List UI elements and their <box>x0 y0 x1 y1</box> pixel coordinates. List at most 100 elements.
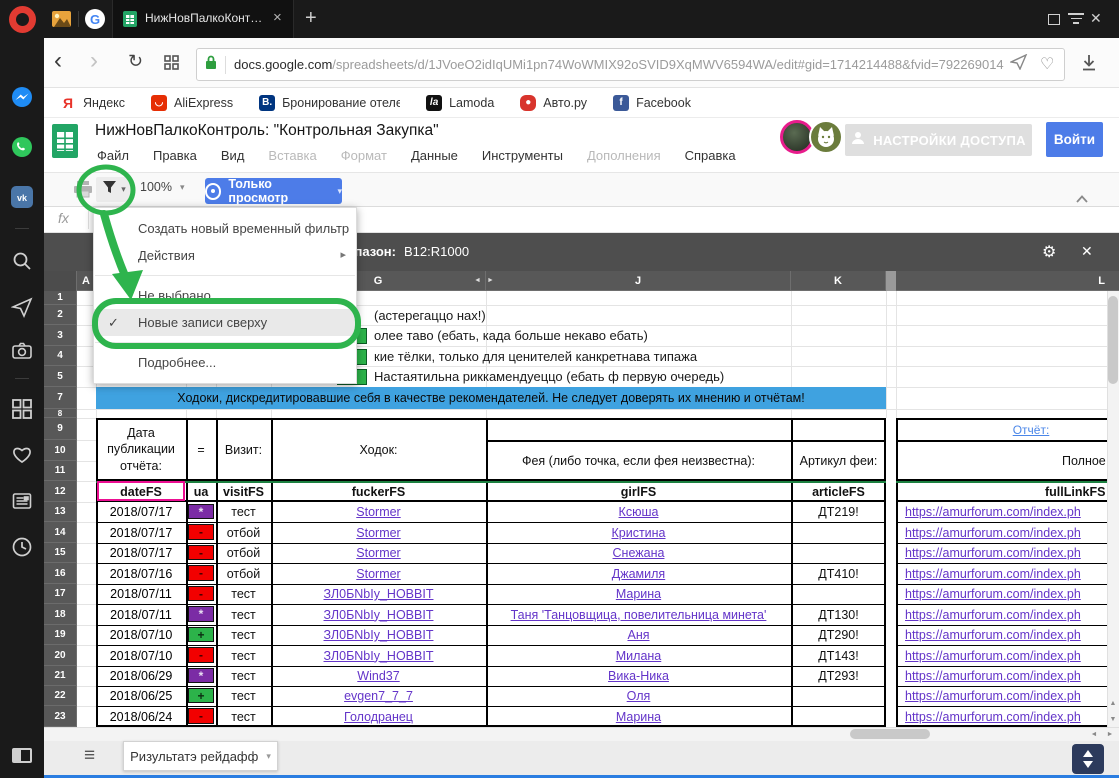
row-header-12[interactable]: 12 <box>44 481 77 502</box>
row-header-10[interactable]: 10 <box>44 440 77 461</box>
cell-visit[interactable]: отбой <box>216 543 271 563</box>
scroll-down-icon[interactable]: ▼ <box>1107 711 1119 727</box>
header-fucker[interactable]: Ходок: <box>271 420 486 479</box>
cell-report-link[interactable]: https://amurforum.com/index.ph <box>905 666 1119 686</box>
cell-visit[interactable]: отбой <box>216 522 271 543</box>
cell-girl-link[interactable]: Джамиля <box>486 563 791 584</box>
filter-menu-item[interactable]: ✓Новые записи сверху <box>94 309 356 336</box>
cell-mark[interactable]: - <box>188 524 214 540</box>
cell-visit[interactable]: тест <box>216 625 271 645</box>
row-header-4[interactable]: 4 <box>44 346 77 366</box>
cell-fucker-link[interactable]: evgen7_7_7 <box>271 686 486 706</box>
cell-date[interactable]: 2018/07/11 <box>96 604 186 625</box>
row-header-9[interactable]: 9 <box>44 418 77 440</box>
cell-date[interactable]: 2018/06/24 <box>96 706 186 727</box>
cell-visit[interactable]: тест <box>216 666 271 686</box>
cell-fucker-link[interactable]: Голодранец <box>271 706 486 727</box>
row-header-21[interactable]: 21 <box>44 666 77 686</box>
cell-fucker-link[interactable]: ЗЛ0БNbIy_HOBBIT <box>271 625 486 645</box>
cell-report-link[interactable]: https://amurforum.com/index.ph <box>905 584 1119 604</box>
cell-article[interactable]: ДТ293! <box>791 666 886 686</box>
hidden-col-right-icon[interactable]: ► <box>487 274 497 287</box>
row-header-14[interactable]: 14 <box>44 522 77 543</box>
legend-text-cell[interactable]: олее таво (ебать, када больше некаво еба… <box>374 325 934 346</box>
row-header-13[interactable]: 13 <box>44 502 77 522</box>
cell-fucker-link[interactable]: Wind37 <box>271 666 486 686</box>
cell-girl-link[interactable]: Снежана <box>486 543 791 563</box>
cell-article[interactable]: ДТ219! <box>791 502 886 522</box>
cell-girl-link[interactable]: Марина <box>486 584 791 604</box>
cell-date[interactable]: 2018/07/17 <box>96 502 186 522</box>
filter-menu-item[interactable]: Подробнее... <box>94 349 356 376</box>
row-header-5[interactable]: 5 <box>44 366 77 387</box>
cell-report-link[interactable]: https://amurforum.com/index.ph <box>905 543 1119 563</box>
filter-menu-item[interactable]: Создать новый временный фильтр <box>94 215 356 242</box>
row-header-3[interactable]: 3 <box>44 325 77 346</box>
cell-date[interactable]: 2018/06/25 <box>96 686 186 706</box>
header-date[interactable]: Дата публикации отчёта: <box>98 420 184 479</box>
cell-girl-link[interactable]: Кристина <box>486 522 791 543</box>
cell-report-link[interactable]: https://amurforum.com/index.ph <box>905 522 1119 543</box>
header-visit[interactable]: Визит: <box>216 420 271 479</box>
row-header-17[interactable]: 17 <box>44 584 77 604</box>
cell-date[interactable]: 2018/07/10 <box>96 645 186 666</box>
cell-date[interactable]: 2018/07/16 <box>96 563 186 584</box>
legend-text-cell[interactable]: Настаятильна риккамендуеццо (ебать ф пер… <box>374 366 934 387</box>
cell-article[interactable]: ДТ130! <box>791 604 886 625</box>
header-report-link[interactable]: Отчёт: <box>996 421 1066 438</box>
cell-visit[interactable]: тест <box>216 706 271 727</box>
cell-date[interactable]: 2018/07/17 <box>96 522 186 543</box>
row-header-8[interactable]: 8 <box>44 409 77 418</box>
cell-girl-link[interactable]: Таня 'Танцовщица, повелительница минета' <box>486 604 791 625</box>
cell-visit[interactable]: тест <box>216 645 271 666</box>
row-header-18[interactable]: 18 <box>44 604 77 625</box>
field-girl[interactable]: girlFS <box>486 483 791 500</box>
cell-girl-link[interactable]: Вика-Ника <box>486 666 791 686</box>
field-date[interactable]: dateFS <box>96 483 186 500</box>
cell-article[interactable] <box>791 686 886 706</box>
horizontal-scrollbar-thumb[interactable] <box>850 729 930 739</box>
cell-girl-link[interactable]: Аня <box>486 625 791 645</box>
cell-visit[interactable]: отбой <box>216 563 271 584</box>
filter-menu-item[interactable]: Не выбрано <box>94 282 356 309</box>
row-header-7[interactable]: 7 <box>44 387 77 409</box>
cell-article[interactable]: ДТ410! <box>791 563 886 584</box>
field-fucker[interactable]: fuckerFS <box>271 483 486 500</box>
row-header-15[interactable]: 15 <box>44 543 77 563</box>
scroll-up-icon[interactable]: ▲ <box>1107 695 1119 711</box>
cell-report-link[interactable]: https://amurforum.com/index.ph <box>905 645 1119 666</box>
cell-visit[interactable]: тест <box>216 604 271 625</box>
cell-girl-link[interactable]: Ксюша <box>486 502 791 522</box>
cell-date[interactable]: 2018/07/17 <box>96 543 186 563</box>
cell-report-link[interactable]: https://amurforum.com/index.ph <box>905 686 1119 706</box>
header-eq[interactable]: = <box>186 420 216 479</box>
row-header-11[interactable]: 11 <box>44 461 77 481</box>
legend-text-cell[interactable]: (астерегаццо нах!) <box>374 305 934 326</box>
cell-mark[interactable]: - <box>188 708 214 724</box>
sheet-list-menu-icon[interactable]: ≡ <box>84 745 95 767</box>
row-header-19[interactable]: 19 <box>44 625 77 645</box>
row-header-1[interactable]: 1 <box>44 291 77 305</box>
row-header-20[interactable]: 20 <box>44 645 77 666</box>
banner-row[interactable]: Ходоки, дискредитировавшие себя в качест… <box>96 387 886 409</box>
cell-report-link[interactable]: https://amurforum.com/index.ph <box>905 563 1119 584</box>
row-header-23[interactable]: 23 <box>44 706 77 727</box>
cell-report-link[interactable]: https://amurforum.com/index.ph <box>905 706 1119 727</box>
legend-text-cell[interactable]: кие тёлки, только для ценителей канкретн… <box>374 346 934 367</box>
cell-fucker-link[interactable]: Stormer <box>271 522 486 543</box>
scroll-to-edge-button[interactable] <box>1072 744 1104 774</box>
filter-menu-item[interactable]: Действия▸ <box>94 242 356 269</box>
scroll-right-icon[interactable]: ► <box>1102 727 1118 741</box>
cell-date[interactable]: 2018/07/11 <box>96 584 186 604</box>
cell-girl-link[interactable]: Милана <box>486 645 791 666</box>
field-ua[interactable]: ua <box>186 483 216 500</box>
cell-report-link[interactable]: https://amurforum.com/index.ph <box>905 502 1119 522</box>
scroll-left-icon[interactable]: ◄ <box>1086 727 1102 741</box>
field-visit[interactable]: visitFS <box>216 483 271 500</box>
cell-mark[interactable]: * <box>188 606 214 622</box>
cell-fucker-link[interactable]: ЗЛ0БNbIy_HOBBIT <box>271 584 486 604</box>
hidden-col-left-icon[interactable]: ◄ <box>474 274 484 287</box>
cell-date[interactable]: 2018/06/29 <box>96 666 186 686</box>
row-header-2[interactable]: 2 <box>44 305 77 325</box>
header-girl[interactable]: Фея (либо точка, если фея неизвестна): <box>486 442 791 479</box>
